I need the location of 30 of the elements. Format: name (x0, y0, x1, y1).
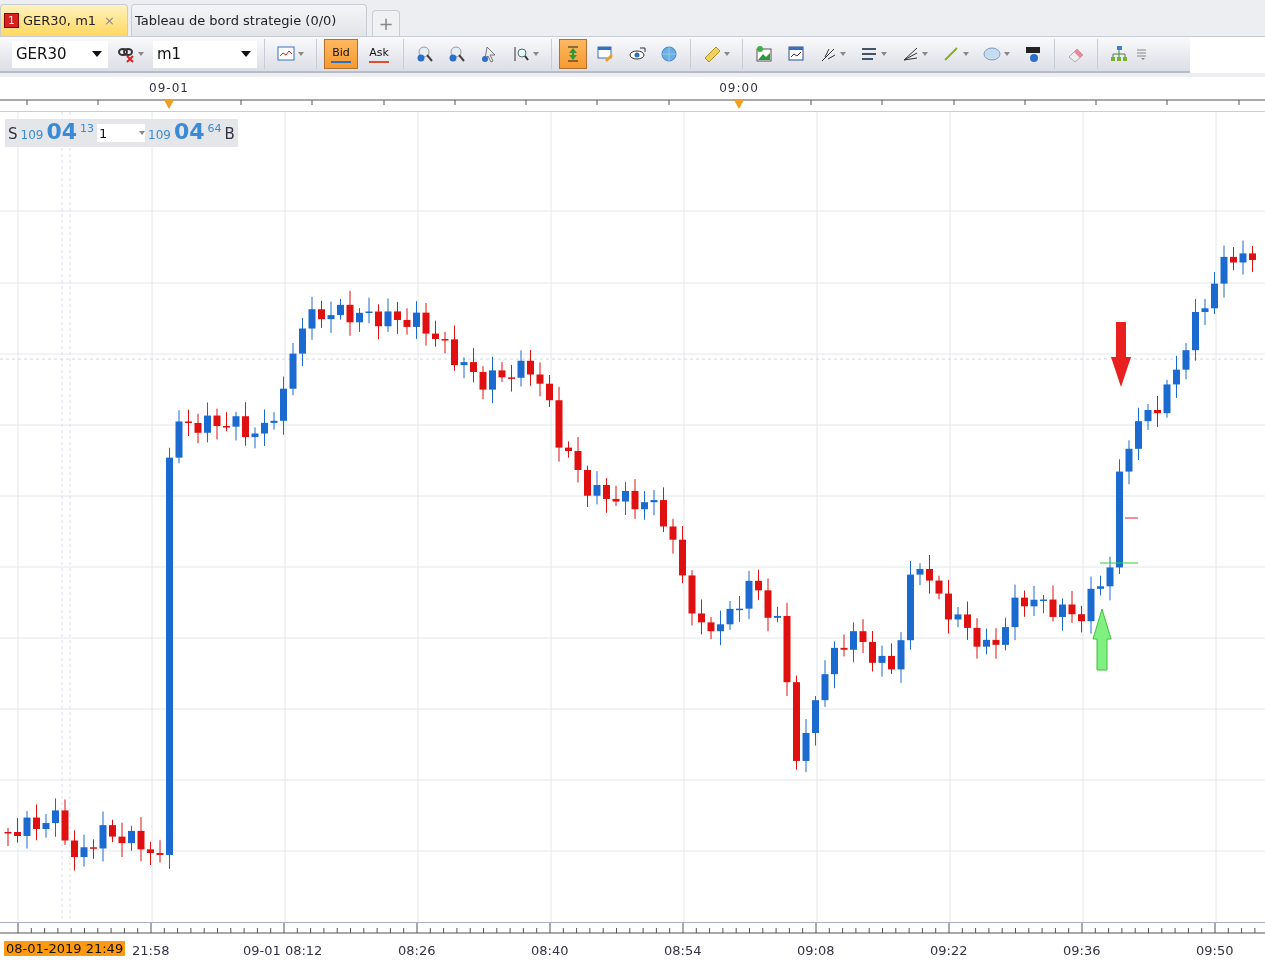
alert-badge: 1 (4, 13, 19, 28)
sell-label: S (8, 125, 18, 143)
price-pips: 64 (207, 122, 222, 135)
axis-label: 08-01-2019 21:49 (4, 941, 126, 956)
axis-label: 09-01 08:12 (243, 943, 323, 958)
price-button[interactable]: Ask (362, 39, 396, 69)
tab[interactable]: 1 GER30, m1 × (0, 4, 128, 36)
symbol-value: GER30 (16, 45, 67, 63)
buy-label: B (224, 125, 235, 143)
axis-label: 21:58 (132, 943, 170, 958)
price-prefix: 109 (20, 128, 44, 142)
timeframe-dropdown[interactable]: m1 (153, 40, 257, 68)
symbol-dropdown[interactable]: GER30 (12, 40, 108, 68)
price-button[interactable]: Bid (324, 39, 358, 69)
tab[interactable]: Tableau de bord strategie (0/0) (131, 4, 367, 36)
axis-label: 09:00 (719, 81, 759, 95)
axis-label: 09:08 (797, 943, 835, 958)
tab-label: Tableau de bord strategie (0/0) (135, 13, 337, 28)
axis-label: 09-01 (149, 81, 189, 95)
price-pips: 13 (80, 122, 95, 135)
axis-label: 08:40 (531, 943, 569, 958)
axis-label: 09:22 (930, 943, 968, 958)
axis-label: 09:36 (1063, 943, 1101, 958)
timeframe-value: m1 (157, 45, 182, 63)
axis-label: 08:26 (398, 943, 436, 958)
tab-label: GER30, m1 (23, 13, 97, 28)
quantity-field[interactable]: 1 (97, 124, 146, 142)
axis-label: 08:54 (664, 943, 702, 958)
price-prefix: 109 (148, 128, 171, 142)
axis-label: 09:50 (1196, 943, 1234, 958)
